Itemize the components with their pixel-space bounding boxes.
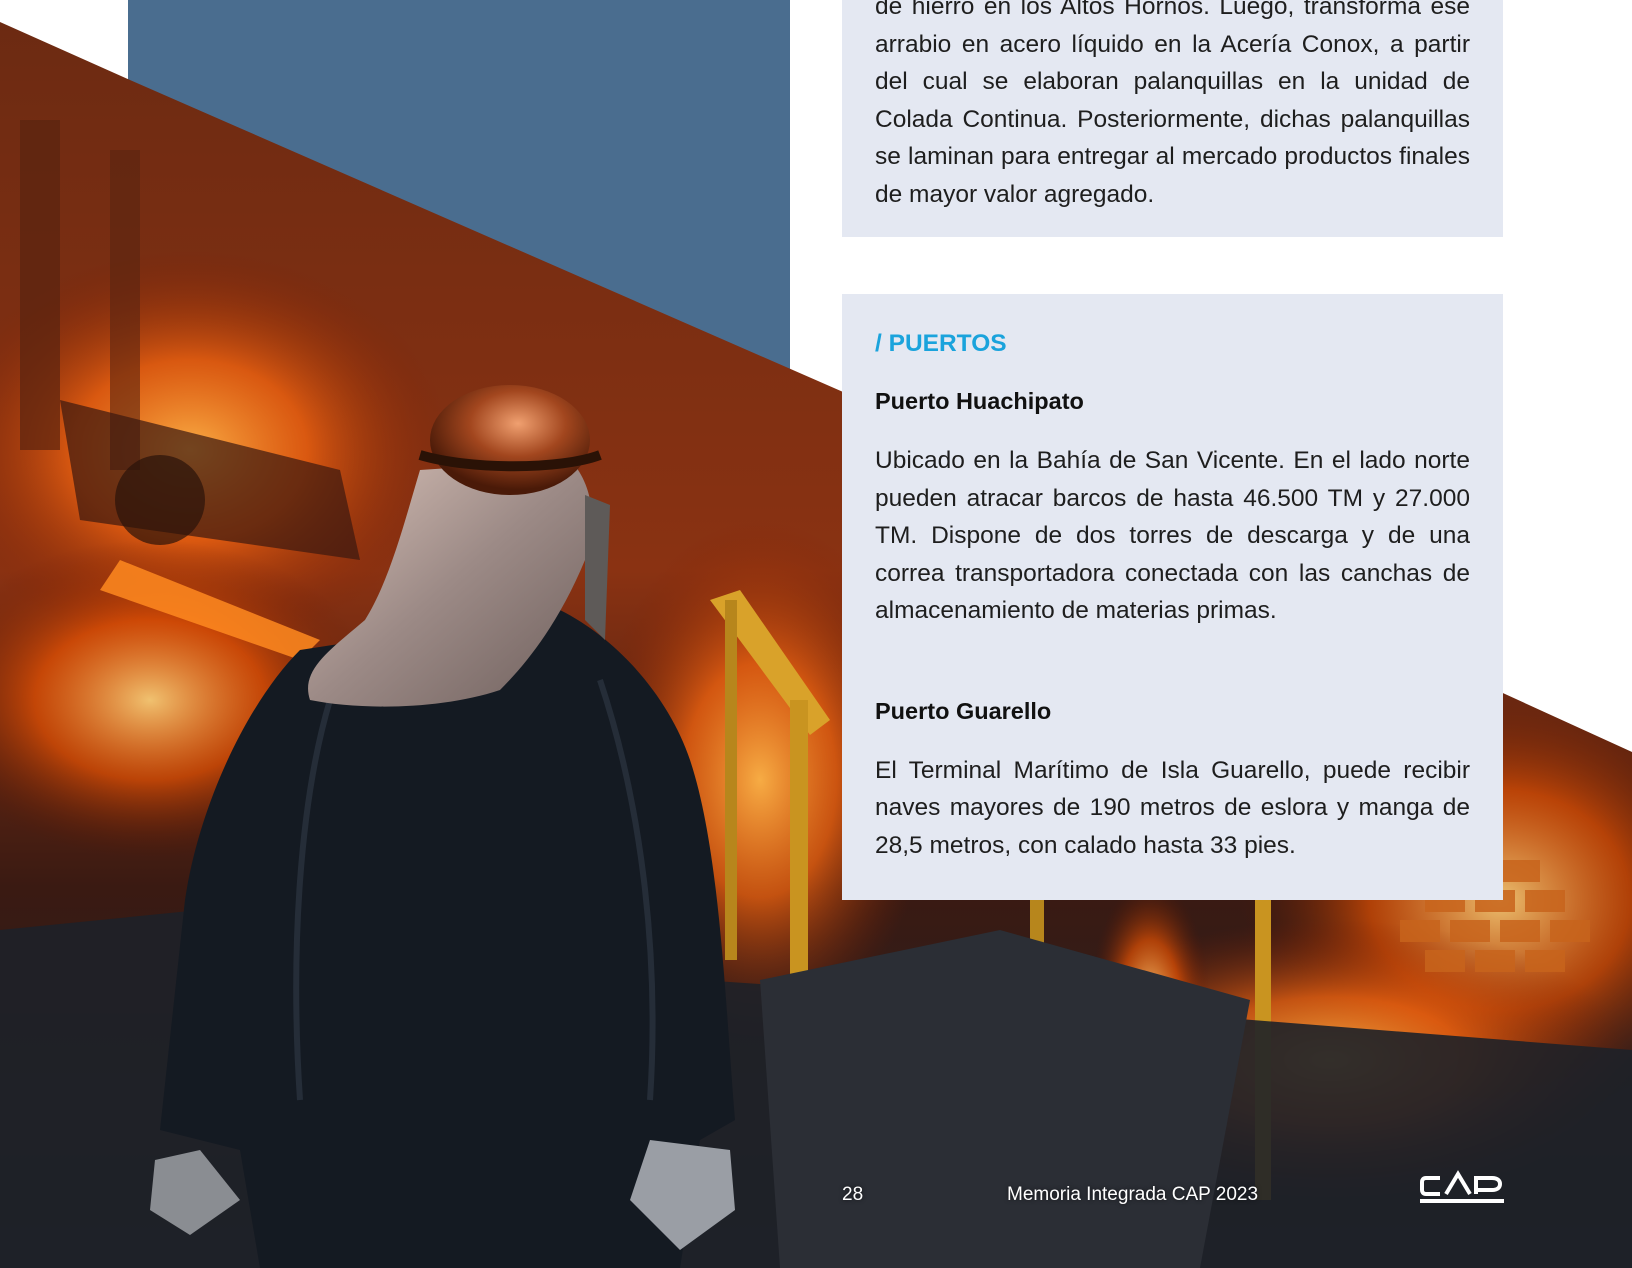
puerto-guarello-title: Puerto Guarello [875, 697, 1052, 724]
intro-paragraph: de hierro en los Altos Hornos. Luego, tr… [875, 0, 1470, 208]
intro-card: de hierro en los Altos Hornos. Luego, tr… [842, 0, 1503, 237]
cap-logo [1420, 1170, 1504, 1203]
puerto-huachipato-title: Puerto Huachipato [875, 388, 1084, 414]
puertos-card: / PUERTOS Puerto Huachipato Ubicado en l… [842, 294, 1503, 900]
footer-document-title: Memoria Integrada CAP 2023 [1007, 1184, 1259, 1205]
section-title: / PUERTOS [875, 330, 1007, 357]
puerto-huachipato-text: Ubicado en la Bahía de San Vicente. En e… [875, 447, 1470, 624]
puerto-guarello-text: El Terminal Marítimo de Isla Guarello, p… [875, 756, 1470, 859]
page-number: 28 [842, 1184, 864, 1205]
